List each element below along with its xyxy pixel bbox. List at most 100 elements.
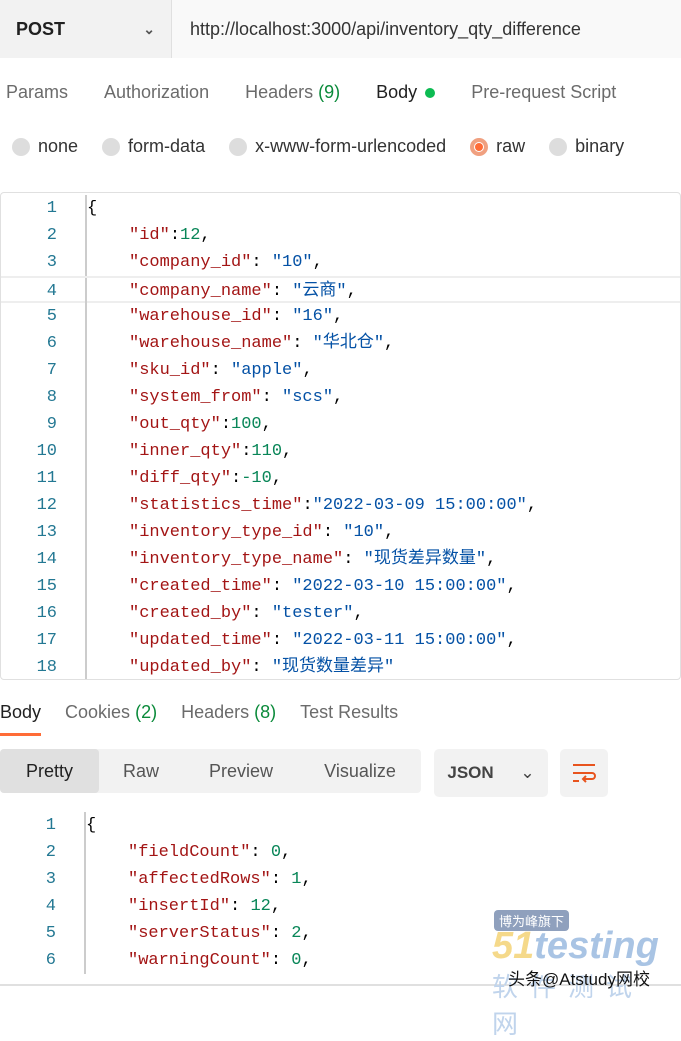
code-line: 9 "out_qty":100,	[1, 411, 680, 438]
code-line: 2 "fieldCount": 0,	[0, 839, 681, 866]
token: "warehouse_name"	[129, 334, 293, 353]
radio-raw[interactable]: raw	[470, 136, 525, 157]
tab-response-body[interactable]: Body	[0, 702, 42, 736]
token: "serverStatus"	[128, 924, 271, 943]
token: :	[250, 843, 271, 862]
token: "apple"	[231, 361, 303, 380]
indent-guide	[57, 573, 87, 600]
radio-none[interactable]: none	[12, 136, 78, 157]
token: :	[251, 253, 272, 272]
token: :	[231, 469, 242, 488]
indent-guide	[57, 278, 87, 305]
indent-guide	[57, 465, 87, 492]
line-number: 3	[45, 870, 56, 889]
code-text: "inventory_type_id": "10",	[87, 519, 394, 546]
code-text: "system_from": "scs",	[87, 384, 343, 411]
radio-urlencoded[interactable]: x-www-form-urlencoded	[229, 136, 446, 157]
token: 12	[180, 226, 201, 245]
line-number: 6	[46, 334, 57, 353]
line-number: 4	[46, 282, 57, 301]
line-number: 17	[36, 631, 57, 650]
line-number: 7	[46, 361, 57, 380]
token: 0	[291, 951, 302, 970]
code-line: 13 "inventory_type_id": "10",	[1, 519, 680, 546]
response-tabs: Body Cookies (2) Headers (8) Test Result…	[0, 702, 422, 736]
token: ,	[353, 604, 364, 623]
divider	[0, 984, 681, 986]
token: "id"	[129, 226, 170, 245]
indent-guide	[57, 303, 87, 330]
token: "insertId"	[128, 897, 231, 916]
view-pretty[interactable]: Pretty	[0, 749, 99, 793]
token: {	[87, 199, 98, 218]
code-line: 1{	[0, 812, 681, 839]
tab-label: Cookies	[65, 702, 131, 722]
code-text: "statistics_time":"2022-03-09 15:00:00",	[87, 492, 537, 519]
token: "云商"	[292, 282, 347, 301]
code-text: "out_qty":100,	[87, 411, 272, 438]
token: 2	[291, 924, 302, 943]
indent-guide	[57, 546, 87, 573]
request-tabs: Params Authorization Headers (9) Body Pr…	[6, 82, 652, 103]
line-number: 5	[45, 924, 56, 943]
code-line: 18 "updated_by": "现货数量差异"	[1, 654, 680, 679]
radio-icon	[102, 137, 121, 156]
token: ,	[200, 226, 211, 245]
token: :	[271, 631, 293, 650]
line-number: 2	[45, 843, 56, 862]
method-select[interactable]: POST ⌄	[0, 0, 172, 58]
tab-cookies[interactable]: Cookies (2)	[65, 702, 157, 736]
token: :	[271, 577, 293, 596]
indent-guide	[57, 249, 87, 276]
active-dot-icon	[425, 88, 436, 99]
token: "created_by"	[129, 604, 252, 623]
code-line: 4 "company_name": "云商",	[1, 276, 680, 305]
token: "fieldCount"	[128, 843, 251, 862]
tab-headers[interactable]: Headers (9)	[245, 82, 340, 103]
format-select[interactable]: JSON ⌄	[434, 749, 548, 797]
line-number: 5	[46, 307, 57, 326]
view-raw[interactable]: Raw	[99, 749, 183, 793]
tab-body[interactable]: Body	[376, 82, 436, 103]
token: ,	[506, 577, 517, 596]
indent-guide	[56, 866, 86, 893]
headers-count: (9)	[318, 82, 341, 102]
request-body-editor[interactable]: 1{2 "id":12, 3 "company_id": "10", 4 "company…	[0, 192, 681, 680]
tab-response-headers[interactable]: Headers (8)	[181, 702, 276, 736]
indent-guide	[56, 947, 86, 974]
token: "company_name"	[129, 282, 272, 301]
radio-label: x-www-form-urlencoded	[255, 136, 447, 156]
line-number: 10	[36, 442, 57, 461]
tab-pre-request-script[interactable]: Pre-request Script	[471, 82, 616, 103]
indent-guide	[57, 384, 87, 411]
token: "现货差异数量"	[363, 550, 487, 569]
token: :	[302, 496, 313, 515]
tab-params[interactable]: Params	[6, 82, 68, 103]
view-preview[interactable]: Preview	[183, 749, 299, 793]
headers-count: (8)	[254, 702, 277, 722]
radio-label: binary	[575, 136, 625, 156]
code-line: 5 "warehouse_id": "16",	[1, 303, 680, 330]
line-number: 4	[45, 897, 56, 916]
indent-guide	[57, 627, 87, 654]
view-visualize[interactable]: Visualize	[299, 749, 421, 793]
code-text: "inner_qty":110,	[87, 438, 292, 465]
wrap-lines-button[interactable]	[560, 749, 608, 797]
url-input[interactable]: http://localhost:3000/api/inventory_qty_…	[172, 0, 681, 58]
line-number: 14	[36, 550, 57, 569]
indent-guide	[56, 839, 86, 866]
radio-label: raw	[496, 136, 526, 156]
code-text: "fieldCount": 0,	[86, 839, 291, 866]
tab-authorization[interactable]: Authorization	[104, 82, 209, 103]
code-line: 5 "serverStatus": 2,	[0, 920, 681, 947]
radio-form-data[interactable]: form-data	[102, 136, 205, 157]
radio-binary[interactable]: binary	[549, 136, 624, 157]
token: "2022-03-10 15:00:00"	[292, 577, 507, 596]
tab-test-results[interactable]: Test Results	[300, 702, 398, 736]
token: "warehouse_id"	[129, 307, 272, 326]
code-text: "warehouse_id": "16",	[87, 303, 343, 330]
token: ,	[301, 951, 312, 970]
token: "inner_qty"	[129, 442, 242, 461]
chevron-down-icon: ⌄	[520, 763, 535, 782]
line-number: 1	[46, 199, 57, 218]
